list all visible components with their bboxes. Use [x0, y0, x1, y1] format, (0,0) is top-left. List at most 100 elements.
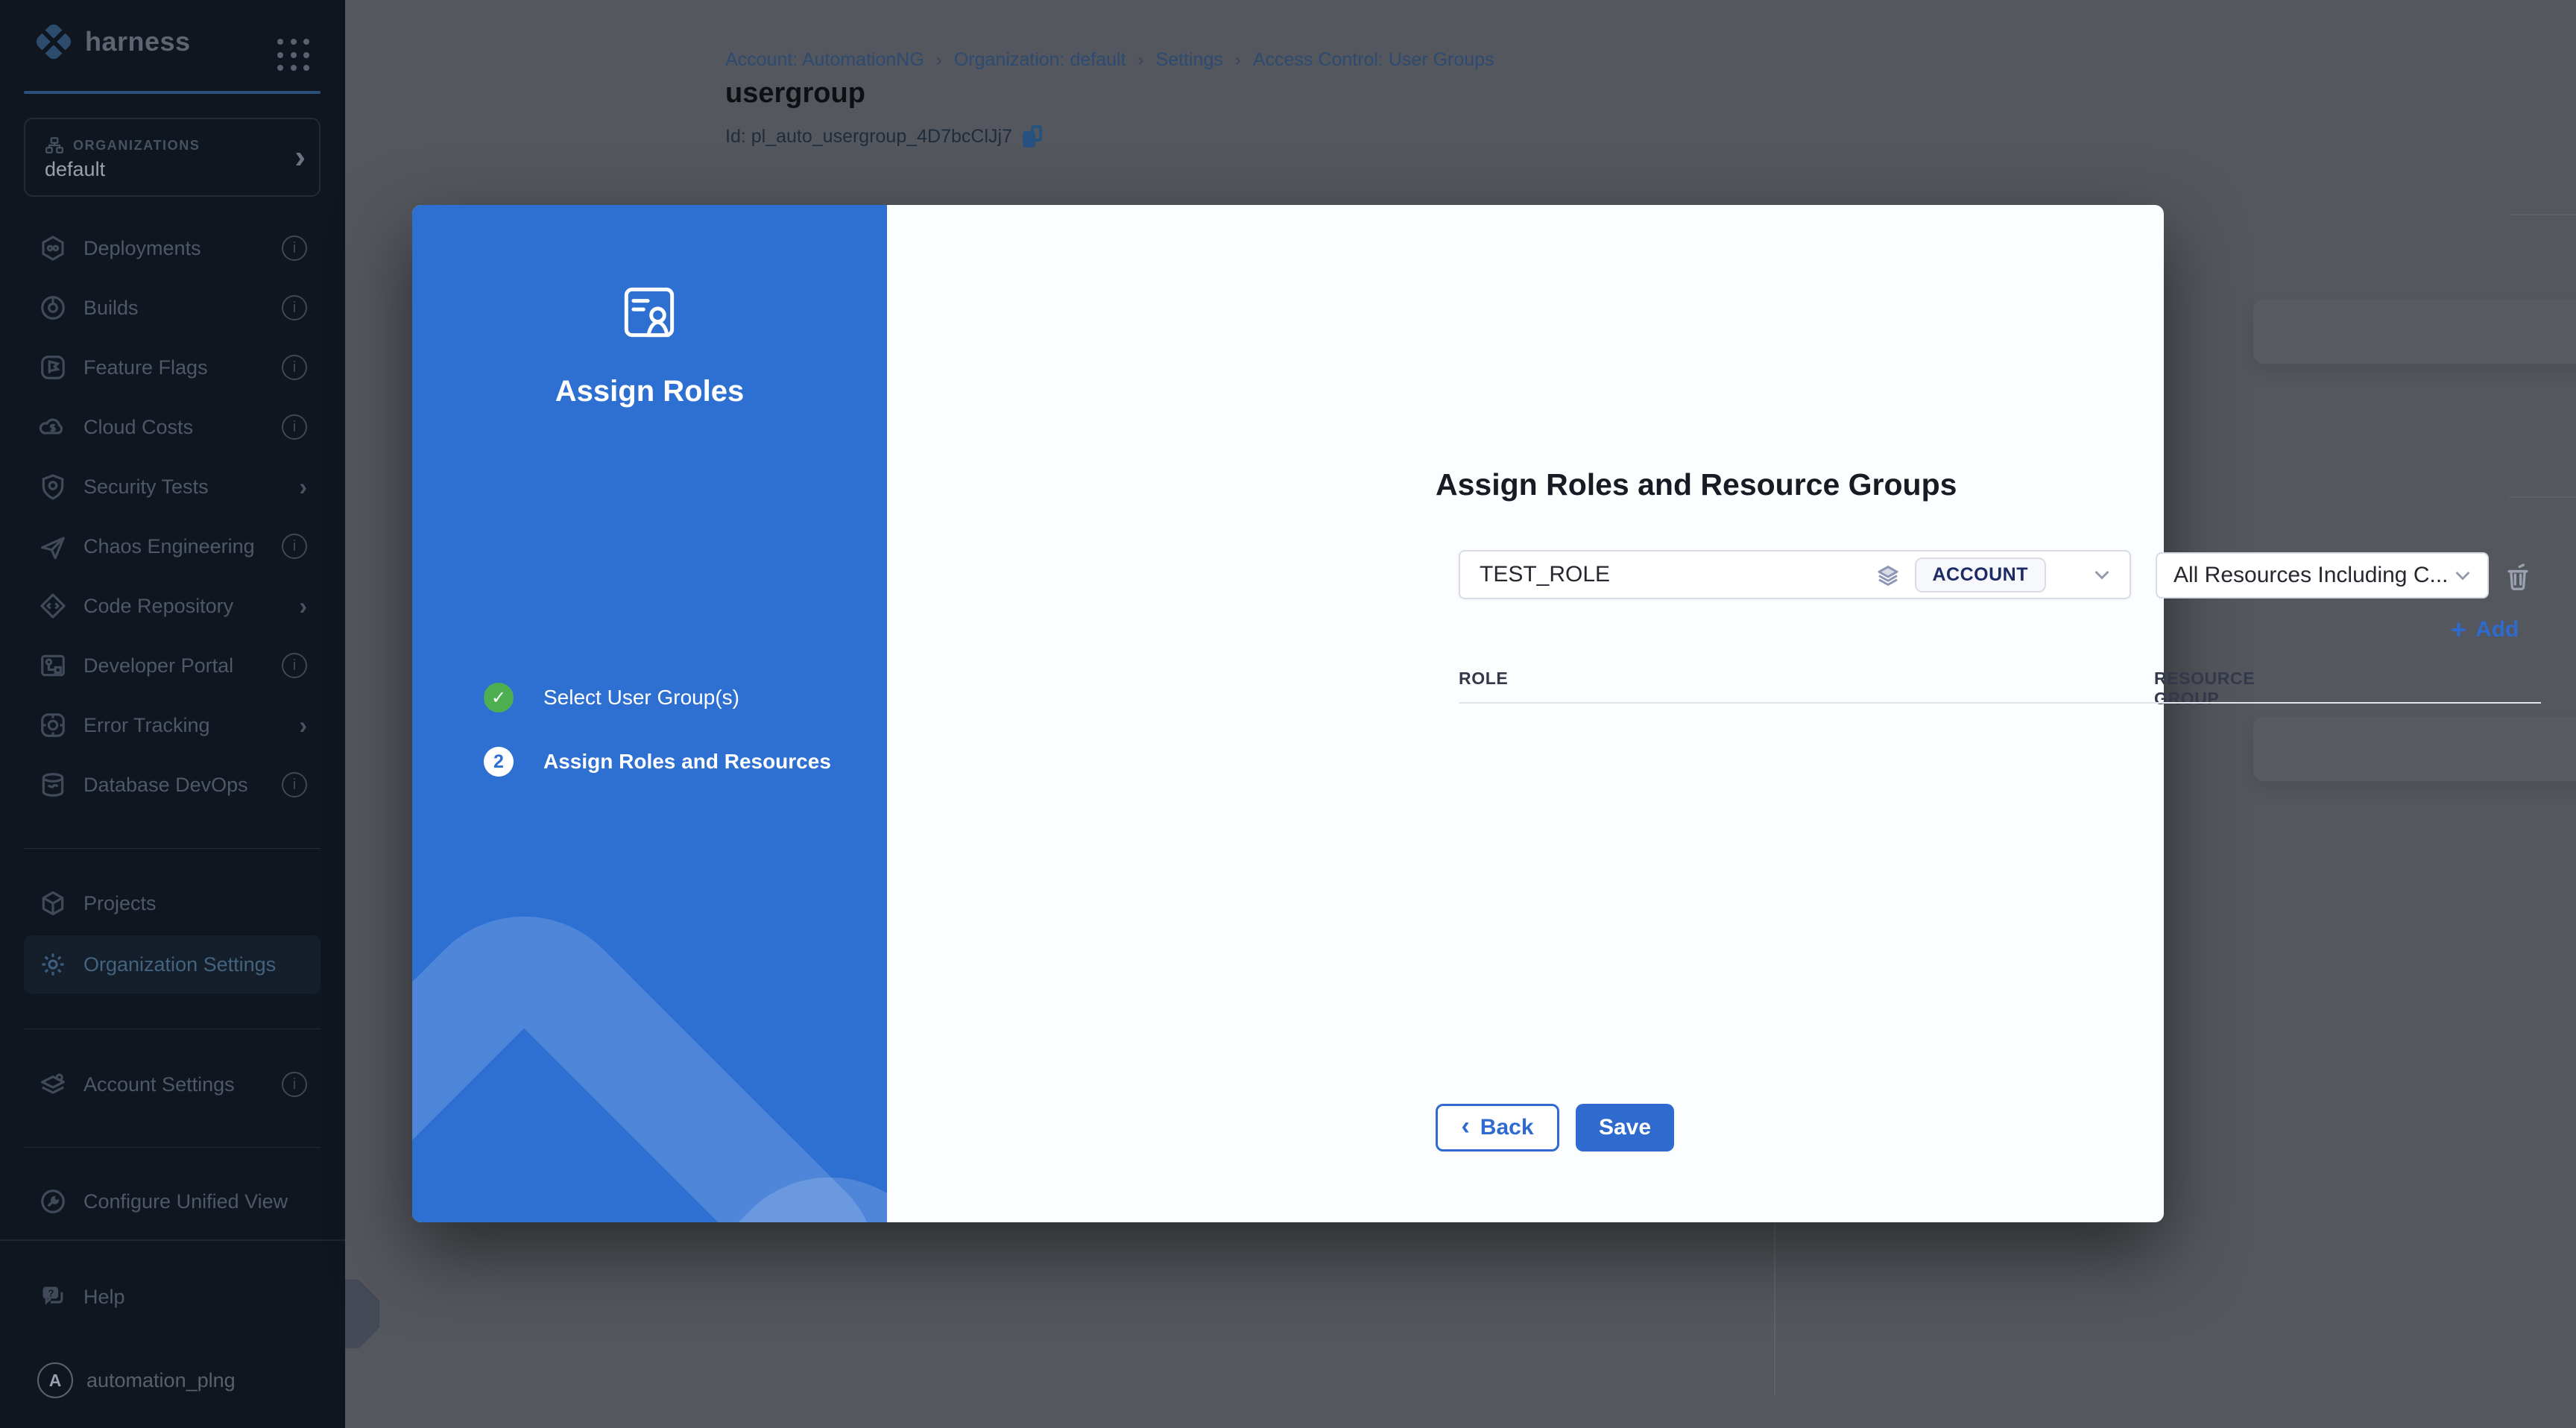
info-icon[interactable]: i — [282, 534, 307, 559]
entity-id-text: Id: pl_auto_usergroup_4D7bcClJj7 — [725, 126, 1012, 148]
chevron-right-icon: › — [299, 473, 307, 501]
breadcrumb-organization[interactable]: Organization: default — [954, 49, 1126, 71]
sidebar-item-label: Feature Flags — [83, 356, 265, 379]
chevron-left-icon: ‹ — [1461, 1112, 1469, 1141]
sidebar-item-feature-flags[interactable]: Feature Flags i — [24, 338, 321, 397]
sidebar-item-chaos-engineering[interactable]: Chaos Engineering i — [24, 516, 321, 576]
modal-title: Assign Roles and Resource Groups — [1436, 467, 1957, 502]
info-icon[interactable]: i — [282, 653, 307, 678]
sidebar-item-label: Database DevOps — [83, 774, 265, 797]
org-selector-label: ORGANIZATIONS — [73, 138, 200, 154]
builds-icon — [39, 294, 67, 322]
add-role-button[interactable]: + Add — [2451, 616, 2519, 643]
background-column-divider — [1774, 1223, 1775, 1396]
harness-logo-icon — [34, 22, 73, 61]
sidebar-item-error-tracking[interactable]: Error Tracking › — [24, 695, 321, 755]
sidebar-item-security-tests[interactable]: Security Tests › — [24, 457, 321, 516]
harness-logo[interactable]: harness — [34, 22, 191, 61]
breadcrumb-account[interactable]: Account: AutomationNG — [725, 49, 924, 71]
app-viewport: Account: AutomationNG › Organization: de… — [0, 0, 2576, 1428]
plus-icon: + — [2451, 616, 2466, 643]
info-icon[interactable]: i — [282, 355, 307, 380]
background-divider-line — [2509, 214, 2576, 215]
harness-logo-text: harness — [85, 26, 191, 57]
assign-roles-modal: Assign Roles ✓ Select User Group(s) 2 As… — [412, 205, 2164, 1222]
sidebar: harness ORGANIZATIONS default › Deployme… — [0, 0, 345, 1428]
chevron-right-icon: › — [299, 712, 307, 739]
wrench-icon — [39, 1187, 67, 1216]
wizard-step-assign-roles[interactable]: 2 Assign Roles and Resources — [484, 747, 831, 777]
user-profile[interactable]: A automation_plng — [37, 1362, 236, 1398]
copy-icon[interactable] — [1023, 125, 1042, 148]
resource-group-select[interactable]: All Resources Including C... — [2156, 552, 2489, 598]
sidebar-divider — [24, 848, 321, 849]
step-number-badge: 2 — [484, 747, 514, 777]
breadcrumb-user-groups[interactable]: Access Control: User Groups — [1253, 49, 1494, 71]
modal-body: ✕ Assign Roles and Resource Groups + Add… — [887, 205, 2164, 1222]
info-icon[interactable]: i — [282, 414, 307, 440]
error-tracking-icon — [39, 711, 67, 739]
scope-badge: ACCOUNT — [1915, 557, 2047, 593]
svg-text:?: ? — [48, 1288, 54, 1298]
org-selector-value: default — [45, 158, 105, 181]
chevron-right-icon: › — [294, 139, 306, 176]
sidebar-item-label: Projects — [83, 892, 307, 915]
sidebar-item-code-repository[interactable]: Code Repository › — [24, 576, 321, 636]
sidebar-item-organization-settings[interactable]: Organization Settings — [24, 935, 321, 993]
sidebar-accent-line — [24, 91, 321, 94]
sidebar-item-label: Organization Settings — [83, 953, 307, 976]
sidebar-item-label: Configure Unified View — [83, 1190, 307, 1213]
sidebar-item-builds[interactable]: Builds i — [24, 278, 321, 338]
step-label: Assign Roles and Resources — [543, 750, 831, 774]
back-button[interactable]: ‹ Back — [1436, 1104, 1559, 1151]
sidebar-item-label: Chaos Engineering — [83, 535, 265, 558]
breadcrumb-separator: › — [1235, 50, 1241, 71]
assign-roles-icon — [615, 278, 684, 347]
step-complete-icon: ✓ — [484, 683, 514, 713]
info-icon[interactable]: i — [282, 1072, 307, 1097]
sidebar-item-account-settings[interactable]: Account Settings i — [24, 1055, 321, 1114]
chaos-engineering-icon — [39, 532, 67, 560]
wizard-title: Assign Roles — [412, 375, 887, 408]
sidebar-item-label: Builds — [83, 297, 265, 320]
breadcrumb-settings[interactable]: Settings — [1156, 49, 1223, 71]
user-name: automation_plng — [86, 1369, 236, 1392]
info-icon[interactable]: i — [282, 295, 307, 320]
sidebar-item-projects[interactable]: Projects — [24, 873, 321, 933]
sidebar-item-deployments[interactable]: Deployments i — [24, 218, 321, 278]
role-select[interactable]: TEST_ROLE ACCOUNT — [1459, 550, 2131, 599]
sidebar-bottom-divider — [0, 1239, 345, 1241]
info-icon[interactable]: i — [282, 236, 307, 261]
harness-watermark — [412, 871, 887, 1222]
modal-wizard-panel: Assign Roles ✓ Select User Group(s) 2 As… — [412, 205, 887, 1222]
column-header-role: ROLE — [1459, 669, 1508, 689]
sidebar-item-cloud-costs[interactable]: Cloud Costs i — [24, 397, 321, 457]
sidebar-item-label: Error Tracking — [83, 714, 282, 737]
page-title: usergroup — [725, 78, 865, 110]
delete-row-icon[interactable] — [2501, 560, 2534, 593]
background-divider-line — [2509, 496, 2576, 498]
chevron-right-icon: › — [299, 593, 307, 620]
organization-selector[interactable]: ORGANIZATIONS default › — [24, 118, 321, 197]
sidebar-item-help[interactable]: ? Help — [24, 1267, 321, 1327]
step-label: Select User Group(s) — [543, 686, 739, 710]
sidebar-item-configure-unified-view[interactable]: Configure Unified View — [24, 1172, 321, 1231]
save-button[interactable]: Save — [1576, 1104, 1674, 1151]
sidebar-item-database-devops[interactable]: Database DevOps i — [24, 755, 321, 815]
chevron-down-icon — [2091, 563, 2113, 586]
role-value: TEST_ROLE — [1480, 562, 1875, 587]
header-divider — [1459, 702, 2541, 704]
sidebar-item-label: Cloud Costs — [83, 416, 265, 439]
chevron-down-icon — [2452, 564, 2474, 587]
projects-icon — [39, 889, 67, 917]
module-grid-icon[interactable] — [277, 39, 310, 72]
entity-id-row: Id: pl_auto_usergroup_4D7bcClJj7 — [725, 125, 1042, 148]
sidebar-item-developer-portal[interactable]: Developer Portal i — [24, 636, 321, 695]
background-card — [2253, 300, 2576, 364]
wizard-step-select-user-groups[interactable]: ✓ Select User Group(s) — [484, 683, 739, 713]
sidebar-item-label: Account Settings — [83, 1073, 265, 1096]
info-icon[interactable]: i — [282, 772, 307, 797]
add-label: Add — [2475, 617, 2519, 642]
breadcrumb-separator: › — [1138, 50, 1144, 71]
breadcrumb-separator: › — [936, 50, 942, 71]
